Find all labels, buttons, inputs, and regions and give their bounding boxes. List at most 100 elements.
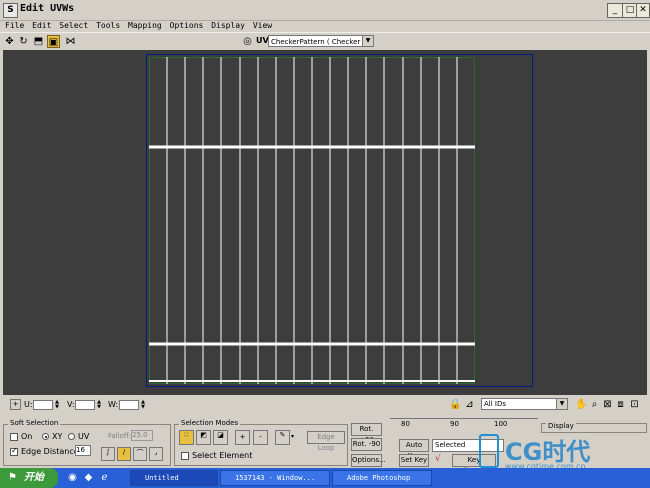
start-button[interactable]: ⚑ 开始 — [0, 468, 58, 488]
select-element-checkbox[interactable] — [181, 452, 189, 460]
task-photoshop[interactable]: Adobe Photoshop — [332, 470, 432, 486]
timeline-tick-90: 90 — [450, 420, 459, 428]
filter-icon[interactable]: ⊿ — [463, 398, 476, 411]
app-logo-icon: S — [3, 3, 18, 18]
chevron-down-icon: ▼ — [556, 399, 567, 409]
select-element-label: Select Element — [192, 451, 253, 460]
task-photoshop-label: Adobe Photoshop — [347, 474, 411, 482]
rotate-icon[interactable]: ↻ — [17, 35, 30, 48]
w-label: W: — [108, 400, 119, 409]
soft-on-checkbox[interactable] — [10, 433, 18, 441]
menu-mapping[interactable]: Mapping — [128, 20, 162, 32]
checkmark-icon: ✓ — [11, 446, 18, 455]
paint-select-icon[interactable]: ✎ — [275, 430, 290, 445]
u-label: U: — [24, 400, 33, 409]
menu-edit[interactable]: Edit — [32, 20, 51, 32]
freeform-icon[interactable]: ▣ — [47, 35, 60, 48]
selection-modes-title: Selection Modes — [179, 419, 241, 427]
id-dropdown-value: All IDs — [484, 400, 507, 408]
chevron-down-icon: ▼ — [362, 36, 373, 46]
grow-selection-button[interactable]: + — [235, 430, 250, 445]
pan-hand-icon[interactable]: ✋ — [575, 398, 588, 411]
title-bar: S Edit UVWs _ □ ✕ — [0, 0, 650, 21]
zoom-region-icon[interactable]: ⊠ — [601, 398, 614, 411]
v-input[interactable] — [75, 400, 95, 410]
task-window[interactable]: 1537143 - Window... — [220, 470, 330, 486]
mirror-icon[interactable]: ⋈ — [64, 35, 77, 48]
add-icon[interactable]: + — [10, 399, 21, 410]
move-icon[interactable]: ✥ — [3, 35, 16, 48]
menu-tools[interactable]: Tools — [96, 20, 120, 32]
soft-on-label: On — [21, 432, 33, 441]
menu-options[interactable]: Options — [170, 20, 204, 32]
toolbar: ✥ ↻ ⬒ ▣ ⋈ ◎ UV CheckerPattern ( Checker … — [0, 32, 650, 51]
menu-bar: File Edit Select Tools Mapping Options D… — [0, 20, 650, 32]
zoom-extents-icon[interactable]: ⧈ — [614, 398, 627, 411]
edge-loop-button[interactable]: Edge Loop — [307, 431, 345, 452]
falloff-linear-icon[interactable]: / — [117, 447, 131, 461]
lock-icon[interactable]: 🔒 — [449, 398, 462, 411]
falloff-smooth-icon[interactable]: ∫ — [101, 447, 115, 461]
zoom-icon[interactable]: ⌕ — [588, 398, 601, 411]
close-button[interactable]: ✕ — [636, 3, 650, 18]
watermark-logo-icon — [479, 434, 499, 468]
uv-label: UV — [256, 36, 269, 45]
task-untitled[interactable]: Untitled — [130, 470, 218, 486]
edge-distance-checkbox[interactable]: ✓ — [10, 446, 18, 456]
set-key-button[interactable]: Set Key — [399, 454, 429, 467]
edge-distance-label: Edge Distance — [21, 447, 79, 456]
rotate-plus-90-button[interactable]: Rot. +90 — [351, 423, 382, 444]
checker-map-icon[interactable]: ◎ — [241, 35, 254, 48]
timeline-ruler[interactable]: 80 90 100 — [390, 418, 538, 429]
xy-label: XY — [52, 432, 63, 441]
minimize-button[interactable]: _ — [607, 3, 623, 18]
rotate-minus-90-button[interactable]: Rot. -90 — [351, 438, 382, 451]
w-spinner-icon[interactable]: ▲ ▼ — [140, 400, 146, 410]
menu-display[interactable]: Display — [211, 20, 245, 32]
w-input[interactable] — [119, 400, 139, 410]
uv-mesh — [149, 57, 475, 384]
map-dropdown-value: CheckerPattern ( Checker ) — [271, 38, 366, 46]
id-dropdown[interactable]: All IDs ▼ — [481, 398, 568, 410]
auto-key-button[interactable]: Auto Key — [399, 439, 429, 460]
start-flag-icon: ⚑ — [8, 472, 17, 483]
taskbar: ⚑ 开始 ◉ ◆ ℯ Untitled 1537143 - Window... … — [0, 468, 650, 488]
task-window-label: 1537143 - Window... — [235, 474, 316, 482]
v-spinner-icon[interactable]: ▲ ▼ — [96, 400, 102, 410]
edge-distance-input[interactable]: 16 — [75, 445, 91, 456]
vertex-mode-icon[interactable]: ∷ — [179, 430, 194, 445]
display-title: Display — [546, 422, 576, 430]
quicklaunch-browser-icon[interactable]: ◉ — [66, 471, 79, 484]
menu-select[interactable]: Select — [59, 20, 88, 32]
falloff-input[interactable]: 25.0 — [131, 430, 153, 441]
coordinate-bar: + U: ▲ ▼ V: ▲ ▼ W: ▲ ▼ 🔒 ⊿ All IDs ▼ ✋ ⌕ ⊠ … — [0, 396, 650, 415]
selection-modes-group: Selection Modes ∷ ◩ ◪ + - ✎ ▾ Edge Loop … — [174, 419, 348, 466]
paint-dropdown-icon[interactable]: ▾ — [291, 433, 294, 440]
u-spinner-icon[interactable]: ▲ ▼ — [54, 400, 60, 410]
start-label: 开始 — [24, 472, 44, 483]
quicklaunch-ie-icon[interactable]: ℯ — [98, 471, 111, 484]
timeline-tick-80: 80 — [401, 420, 410, 428]
shrink-selection-button[interactable]: - — [253, 430, 268, 445]
u-input[interactable] — [33, 400, 53, 410]
map-dropdown[interactable]: CheckerPattern ( Checker ) ▼ — [268, 35, 374, 47]
scale-icon[interactable]: ⬒ — [32, 35, 45, 48]
window-title: Edit UVWs — [20, 3, 75, 14]
edge-mode-icon[interactable]: ◩ — [196, 430, 211, 445]
options-button[interactable]: Options... — [351, 454, 386, 467]
timeline-tick-100: 100 — [494, 420, 508, 428]
soft-selection-group: Soft Selection On XY UV Falloff: 25.0 ✓ … — [3, 419, 171, 466]
menu-view[interactable]: View — [253, 20, 272, 32]
uv-viewport[interactable] — [3, 50, 647, 395]
quicklaunch-folder-icon[interactable]: ◆ — [82, 471, 95, 484]
menu-file[interactable]: File — [5, 20, 24, 32]
falloff-label: Falloff: — [108, 432, 132, 440]
falloff-slow-icon[interactable]: ⌒ — [133, 447, 147, 461]
falloff-fast-icon[interactable]: ⌟ — [149, 447, 163, 461]
zoom-selected-icon[interactable]: ⊡ — [628, 398, 641, 411]
key-curve-icon[interactable]: √ — [435, 454, 441, 464]
face-mode-icon[interactable]: ◪ — [213, 430, 228, 445]
task-untitled-label: Untitled — [145, 474, 179, 482]
xy-radio[interactable] — [42, 433, 49, 440]
uv-radio[interactable] — [68, 433, 75, 440]
